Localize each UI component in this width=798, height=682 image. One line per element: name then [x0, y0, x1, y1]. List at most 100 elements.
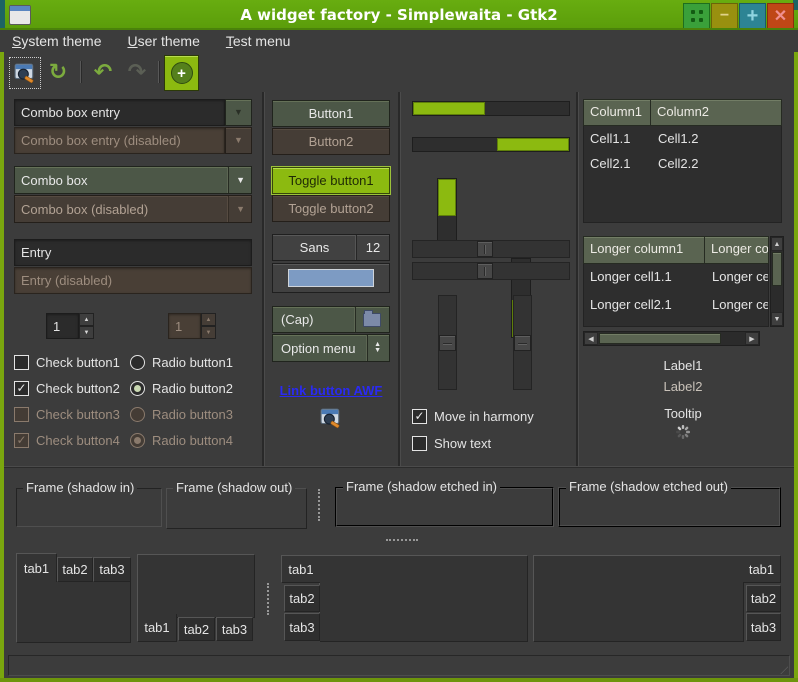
column-header[interactable]: Longer column1 — [583, 236, 705, 264]
paned-handle[interactable] — [386, 539, 418, 541]
frame-shadow-in: Frame (shadow in) — [16, 488, 162, 527]
tab-tab2[interactable]: tab2 — [284, 585, 320, 612]
checkbox-icon[interactable] — [412, 436, 427, 451]
checkbox-icon[interactable] — [14, 355, 29, 370]
link-button[interactable]: Link button AWF — [268, 383, 394, 398]
move-in-harmony-checkbox[interactable]: Move in harmony — [412, 407, 534, 425]
scale-handle[interactable] — [477, 241, 493, 257]
table-row[interactable]: Cell1.1 Cell1.2 — [584, 126, 781, 151]
radio-button-1[interactable]: Radio button1 — [130, 351, 233, 373]
paned-handle[interactable] — [318, 489, 320, 521]
paned-separator[interactable] — [262, 92, 264, 466]
paned-separator[interactable] — [398, 92, 400, 466]
window-close-button[interactable]: ✕ — [767, 3, 794, 29]
window-minimize-button[interactable]: − — [711, 3, 738, 29]
scroll-up-icon[interactable]: ▲ — [771, 237, 783, 251]
scale-h2[interactable] — [412, 262, 570, 280]
window-spread-button[interactable] — [683, 3, 710, 29]
table-row[interactable]: Longer cell2.1 Longer cell2.2 — [584, 292, 768, 320]
column-header[interactable]: Longer column2 — [705, 236, 769, 264]
spin-up-icon[interactable]: ▲ — [79, 313, 94, 326]
scroll-right-icon[interactable]: ▶ — [745, 332, 759, 345]
check-button-1[interactable]: Check button1 — [14, 351, 120, 373]
treeview-body: Longer cell1.1 Longer cell1.2 Longer cel… — [583, 264, 769, 327]
scale-handle[interactable] — [514, 335, 531, 351]
tab-tab1-active[interactable]: tab1 — [16, 553, 57, 582]
undo-button[interactable]: ↶ — [88, 57, 118, 87]
scrollbar-thumb[interactable] — [772, 252, 782, 286]
label1: Label1 — [583, 358, 783, 373]
check-button-2[interactable]: Check button2 — [14, 377, 120, 399]
toggle-button1-active[interactable]: Toggle button1 — [272, 167, 390, 194]
horizontal-scrollbar[interactable]: ◀ ▶ — [583, 331, 760, 346]
scale-handle[interactable] — [439, 335, 456, 351]
frame-shadow-etched-in: Frame (shadow etched in) — [335, 487, 554, 527]
column-header[interactable]: Column1 — [583, 99, 651, 126]
spin-button[interactable]: 1 ▲ ▼ — [46, 313, 94, 339]
scrollbar-thumb[interactable] — [599, 333, 721, 344]
treeview-body: Cell1.1 Cell1.2 Cell2.1 Cell2.2 — [583, 126, 782, 223]
text-entry[interactable]: Entry — [14, 239, 252, 266]
screenshot-tool-button[interactable] — [9, 57, 41, 89]
column-header[interactable]: Column2 — [651, 99, 782, 126]
tab-tab1-active[interactable]: tab1 — [743, 555, 781, 583]
combo-box-entry-dropdown-button[interactable]: ▼ — [225, 99, 252, 126]
combo-box-entry-input[interactable]: Combo box entry — [14, 99, 225, 126]
scroll-down-icon[interactable]: ▼ — [771, 312, 783, 326]
text-entry-disabled: Entry (disabled) — [14, 267, 252, 294]
tab-tab3[interactable]: tab3 — [746, 613, 781, 641]
menu-user-theme[interactable]: User theme — [127, 33, 199, 49]
combo-box[interactable]: Combo box ▼ — [14, 166, 252, 194]
menu-test-menu[interactable]: Test menu — [226, 33, 291, 49]
window-maximize-button[interactable]: + — [739, 3, 766, 29]
tab-tab3[interactable]: tab3 — [93, 557, 131, 582]
tab-tab1-active[interactable]: tab1 — [281, 555, 320, 583]
file-chooser-button[interactable]: (Cap) — [272, 306, 390, 333]
undo-icon: ↶ — [94, 60, 112, 85]
tab-tab3[interactable]: tab3 — [216, 617, 253, 641]
spin-down-icon[interactable]: ▼ — [79, 326, 94, 339]
checkbox-checked-icon[interactable] — [14, 381, 29, 396]
tab-tab3[interactable]: tab3 — [284, 613, 320, 641]
tab-tab2[interactable]: tab2 — [178, 617, 215, 641]
combo-box-entry-disabled-input: Combo box entry (disabled) — [14, 127, 225, 154]
redo-button[interactable]: ↷ — [122, 57, 152, 87]
option-menu[interactable]: Option menu ▲▼ — [272, 334, 390, 362]
titlebar[interactable]: A widget factory - Simplewaita - Gtk2 − … — [0, 0, 798, 30]
radio-selected-icon[interactable] — [130, 381, 145, 396]
toggle-button2-disabled: Toggle button2 — [272, 195, 390, 222]
radio-icon[interactable] — [130, 355, 145, 370]
button1[interactable]: Button1 — [272, 100, 390, 127]
scale-handle[interactable] — [477, 263, 493, 279]
color-button[interactable] — [272, 263, 390, 293]
add-button[interactable]: + — [164, 55, 199, 91]
radio-button-2[interactable]: Radio button2 — [130, 377, 233, 399]
checkbox-icon — [14, 407, 29, 422]
table-row[interactable]: Longer cell1.1 Longer cell1.2 — [584, 264, 768, 292]
show-text-checkbox[interactable]: Show text — [412, 434, 491, 452]
menu-system-theme[interactable]: System theme — [12, 33, 101, 49]
vertical-scrollbar[interactable]: ▲ ▼ — [770, 236, 784, 327]
scale-spacer — [439, 296, 456, 335]
applet-icon — [320, 407, 342, 429]
paned-handle[interactable] — [267, 583, 269, 615]
treeview-header-row: Column1 Column2 — [583, 99, 782, 126]
checkbox-checked-icon[interactable] — [412, 409, 427, 424]
tab-tab1-active[interactable]: tab1 — [137, 614, 177, 642]
table-row[interactable]: Cell2.1 Cell2.2 — [584, 151, 781, 176]
treeview-1: Column1 Column2 Cell1.1 Cell1.2 Cell2.1 … — [583, 99, 782, 223]
paned-separator[interactable] — [576, 92, 578, 466]
button2-disabled: Button2 — [272, 128, 390, 155]
scale-v1[interactable] — [438, 295, 457, 390]
table-row[interactable]: Longer cell3.1 Longer cell3.2 — [584, 320, 768, 327]
statusbar — [8, 655, 790, 676]
tab-tab2[interactable]: tab2 — [57, 557, 93, 582]
radio-button-3-disabled: Radio button3 — [130, 403, 233, 425]
spin-button-value[interactable]: 1 — [46, 313, 79, 339]
scale-v2[interactable] — [513, 295, 532, 390]
scroll-left-icon[interactable]: ◀ — [584, 332, 598, 345]
scale-h1[interactable] — [412, 240, 570, 258]
tab-tab2[interactable]: tab2 — [746, 585, 781, 612]
refresh-button[interactable]: ↻ — [44, 57, 72, 87]
font-button[interactable]: Sans 12 — [272, 234, 390, 261]
